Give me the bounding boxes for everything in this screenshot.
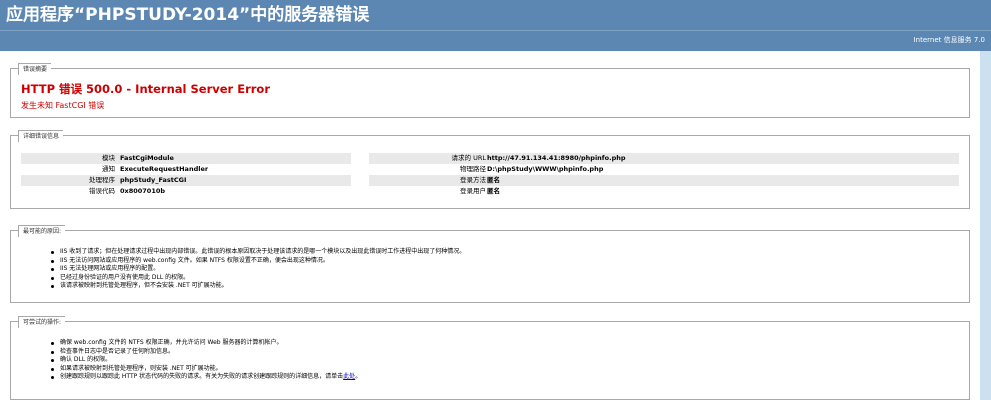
error-heading: HTTP 错误 500.0 - Internal Server Error — [21, 82, 270, 96]
detail-label: 通知 — [102, 165, 115, 173]
server-label: Internet 信息服务 7.0 — [913, 36, 985, 44]
error-subheading: 发生未知 FastCGI 错误 — [21, 101, 105, 110]
detail-label: 错误代码 — [89, 187, 115, 195]
error-summary-legend: 错误摘要 — [18, 63, 52, 75]
trace-rules-help-link[interactable]: 此处 — [343, 373, 355, 380]
detail-label: 处理程序 — [89, 176, 115, 184]
detail-row-request-url: 请求的 URL http://47.91.134.41:8980/phpinfo… — [369, 153, 959, 164]
detail-row-module: 模块 FastCgiModule — [21, 153, 351, 164]
list-item: 确保 web.config 文件的 NTFS 权限正确，并允许访问 Web 服务… — [51, 339, 361, 348]
error-summary-section: 错误摘要 HTTP 错误 500.0 - Internal Server Err… — [10, 63, 970, 118]
list-item: IIS 收到了请求；但在处理请求过程中出现内部错误。此错误的根本原因取决于处理该… — [51, 248, 465, 257]
likely-causes-legend: 最可能的原因: — [18, 225, 66, 237]
things-to-try-legend: 可尝试的操作: — [18, 316, 66, 328]
detail-row-notification: 通知 ExecuteRequestHandler — [21, 164, 351, 175]
list-item: IIS 无法处理网站或应用程序的配置。 — [51, 265, 465, 274]
things-to-try-list: 确保 web.config 文件的 NTFS 权限正确，并允许访问 Web 服务… — [51, 339, 361, 382]
page-side-margin — [980, 51, 991, 400]
detail-row-error-code: 错误代码 0x8007010b — [21, 186, 351, 197]
detail-value: 匿名 — [487, 176, 500, 184]
likely-causes-list: IIS 收到了请求；但在处理请求过程中出现内部错误。此错误的根本原因取决于处理该… — [51, 248, 465, 291]
list-item: 检查事件日志中是否记录了任何附加信息。 — [51, 348, 361, 357]
detail-label: 登录用户 — [460, 187, 486, 195]
detail-label: 请求的 URL — [451, 154, 486, 162]
detail-value: ExecuteRequestHandler — [120, 165, 209, 173]
detail-value: phpStudy_FastCGI — [120, 176, 187, 184]
detail-value: http://47.91.134.41:8980/phpinfo.php — [487, 154, 626, 162]
detail-label: 物理路径 — [460, 165, 486, 173]
error-detail-section: 详细错误信息 模块 FastCgiModule 通知 ExecuteReques… — [10, 130, 970, 209]
server-bar: Internet 信息服务 7.0 — [0, 30, 991, 51]
page-title: 应用程序“PHPSTUDY-2014”中的服务器错误 — [6, 5, 370, 25]
detail-row-logon-user: 登录用户 匿名 — [369, 186, 959, 197]
error-detail-legend: 详细错误信息 — [18, 130, 64, 142]
list-item-suffix: 。 — [355, 373, 362, 381]
detail-label: 登录方法 — [460, 176, 486, 184]
detail-value: D:\phpStudy\WWW\phpinfo.php — [487, 165, 604, 173]
detail-value: FastCgiModule — [120, 154, 174, 162]
list-item-with-link: 创建跟踪规则以跟踪此 HTTP 状态代码的失败的请求。有关为失败的请求创建跟踪规… — [51, 373, 361, 382]
detail-row-physical-path: 物理路径 D:\phpStudy\WWW\phpinfo.php — [369, 164, 959, 175]
list-item-text: 创建跟踪规则以跟踪此 HTTP 状态代码的失败的请求。有关为失败的请求创建跟踪规… — [60, 373, 344, 381]
likely-causes-section: 最可能的原因: IIS 收到了请求；但在处理请求过程中出现内部错误。此错误的根本… — [10, 225, 970, 303]
content-area: 错误摘要 HTTP 错误 500.0 - Internal Server Err… — [0, 51, 980, 400]
list-item: 该请求被映射到托管处理程序，但不会安装 .NET 可扩展功能。 — [51, 282, 465, 291]
detail-label: 模块 — [102, 154, 115, 162]
detail-value: 匿名 — [487, 187, 500, 195]
things-to-try-section: 可尝试的操作: 确保 web.config 文件的 NTFS 权限正确，并允许访… — [10, 316, 970, 400]
detail-value: 0x8007010b — [120, 187, 166, 195]
list-item: 确认 DLL 的权限。 — [51, 356, 361, 365]
detail-row-handler: 处理程序 phpStudy_FastCGI — [21, 175, 351, 186]
detail-row-logon-method: 登录方法 匿名 — [369, 175, 959, 186]
header-bar: 应用程序“PHPSTUDY-2014”中的服务器错误 — [0, 0, 991, 30]
list-item: IIS 无法访问网站或应用程序的 web.config 文件。如果 NTFS 权… — [51, 257, 465, 266]
